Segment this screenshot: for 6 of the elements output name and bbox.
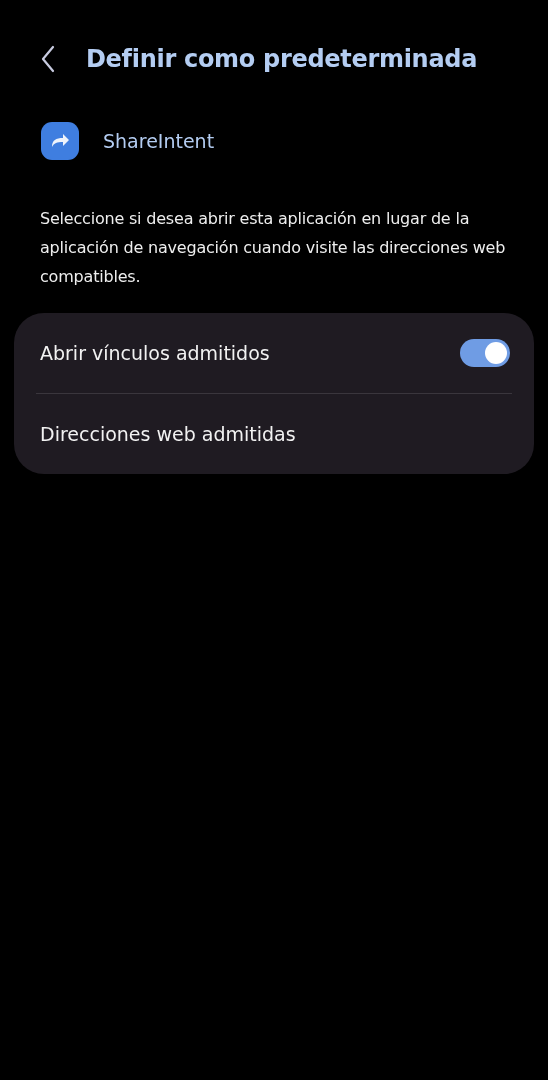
page-title: Definir como predeterminada [86,45,478,73]
description-text: Seleccione si desea abrir esta aplicación en lugar de la aplicación de navegación cuando visite las direcciones web compatibles. [40,208,507,288]
setting-label[interactable]: Direcciones web admitidas [40,423,296,445]
setting-label[interactable]: Abrir vínculos admitidos [40,342,270,364]
toggle-switch[interactable] [460,339,510,367]
app-name: ShareIntent [103,130,215,152]
